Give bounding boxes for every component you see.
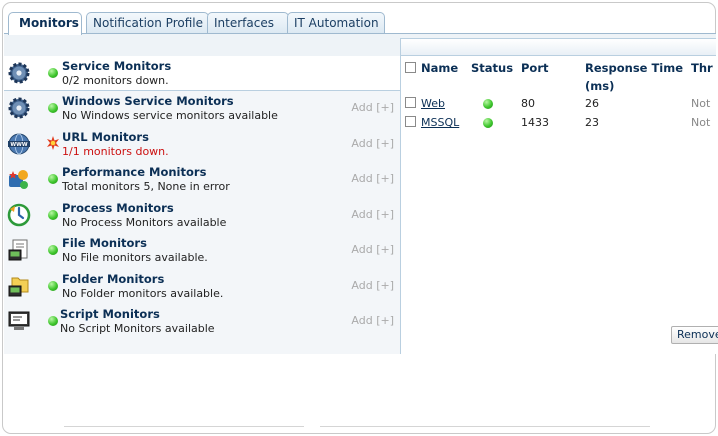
- service-name-link[interactable]: MSSQL: [421, 116, 459, 129]
- monitor-row-url[interactable]: WWW URL Monitors 1/1 monitors down. Add …: [4, 127, 400, 162]
- add-performance-monitor-button[interactable]: Add [+]: [351, 172, 394, 185]
- monitor-row-process[interactable]: Process Monitors No Process Monitors ava…: [4, 198, 400, 233]
- service-name-link[interactable]: Web: [421, 97, 445, 110]
- monitor-title[interactable]: Process Monitors: [62, 201, 174, 215]
- monitor-row-service[interactable]: Service Monitors 0/2 monitors down.: [4, 56, 400, 91]
- threshold-value: Not: [691, 116, 711, 129]
- monitor-status: 1/1 monitors down.: [62, 145, 169, 158]
- gear-icon: [8, 97, 30, 119]
- tab-it-automation[interactable]: IT Automation: [287, 12, 385, 34]
- add-url-monitor-button[interactable]: Add [+]: [351, 137, 394, 150]
- detail-panel-header: [400, 38, 716, 56]
- status-up-icon: [483, 99, 493, 109]
- monitor-status: No File monitors available.: [62, 251, 208, 264]
- monitor-title[interactable]: Performance Monitors: [62, 165, 206, 179]
- status-up-icon: [48, 316, 58, 326]
- status-up-icon: [48, 281, 58, 291]
- column-header-response-unit: (ms): [585, 79, 615, 93]
- row-checkbox[interactable]: [405, 116, 416, 127]
- response-time-value: 26: [585, 97, 599, 110]
- monitor-status: No Folder monitors available.: [62, 287, 224, 300]
- footer-divider: [320, 426, 650, 427]
- column-header-name[interactable]: Name: [421, 61, 458, 75]
- add-script-monitor-button[interactable]: Add [+]: [351, 314, 394, 327]
- monitor-row-windows-service[interactable]: Windows Service Monitors No Windows serv…: [4, 91, 400, 126]
- tab-monitors[interactable]: Monitors: [8, 12, 82, 35]
- monitor-status: No Windows service monitors available: [62, 109, 278, 122]
- status-up-icon: [48, 210, 58, 220]
- monitor-title[interactable]: Service Monitors: [62, 59, 171, 73]
- status-up-icon: [48, 103, 58, 113]
- file-icon: [8, 239, 28, 261]
- add-folder-monitor-button[interactable]: Add [+]: [351, 279, 394, 292]
- performance-icon: [9, 170, 28, 189]
- column-header-response-time[interactable]: Response Time: [585, 61, 683, 75]
- select-all-checkbox[interactable]: [405, 62, 416, 73]
- monitor-title[interactable]: Windows Service Monitors: [62, 94, 234, 108]
- gear-icon: [8, 62, 30, 84]
- row-checkbox[interactable]: [405, 97, 416, 108]
- service-monitor-table: Name Status Port Response Time (ms) Thr …: [401, 56, 718, 354]
- status-up-icon: [48, 245, 58, 255]
- folder-icon: [8, 277, 29, 297]
- svg-text:WWW: WWW: [10, 142, 27, 148]
- port-value: 80: [521, 97, 535, 110]
- add-windows-service-monitor-button[interactable]: Add [+]: [351, 101, 394, 114]
- tab-notification-profile[interactable]: Notification Profile: [86, 12, 209, 34]
- monitor-title[interactable]: URL Monitors: [62, 130, 149, 144]
- tab-bar: Monitors Notification Profile Interfaces…: [4, 12, 716, 35]
- script-icon: [8, 311, 30, 330]
- tab-interfaces[interactable]: Interfaces: [207, 12, 289, 34]
- status-up-icon: [483, 118, 493, 128]
- status-up-icon: [48, 174, 58, 184]
- response-time-value: 23: [585, 116, 599, 129]
- monitor-title[interactable]: Folder Monitors: [62, 272, 164, 286]
- monitor-row-folder[interactable]: Folder Monitors No Folder monitors avail…: [4, 269, 400, 304]
- monitor-list: Service Monitors 0/2 monitors down. Wind…: [4, 56, 401, 354]
- add-process-monitor-button[interactable]: Add [+]: [351, 208, 394, 221]
- monitor-status: No Script Monitors available: [60, 322, 215, 335]
- monitor-title[interactable]: Script Monitors: [60, 307, 160, 321]
- status-up-icon: [48, 68, 58, 78]
- footer-divider: [64, 426, 304, 427]
- monitor-status: 0/2 monitors down.: [62, 74, 169, 87]
- add-file-monitor-button[interactable]: Add [+]: [351, 243, 394, 256]
- column-header-status[interactable]: Status: [471, 61, 513, 75]
- column-header-port[interactable]: Port: [521, 61, 549, 75]
- monitor-status: Total monitors 5, None in error: [62, 180, 230, 193]
- www-globe-icon: WWW: [8, 133, 30, 155]
- threshold-value: Not: [691, 97, 711, 110]
- column-header-threshold[interactable]: Thr: [691, 61, 713, 75]
- monitor-title[interactable]: File Monitors: [62, 236, 147, 250]
- monitor-row-file[interactable]: File Monitors No File monitors available…: [4, 233, 400, 268]
- process-icon: [7, 203, 31, 227]
- remove-button[interactable]: Remove: [671, 326, 718, 344]
- monitor-row-script[interactable]: Script Monitors No Script Monitors avail…: [4, 304, 400, 339]
- port-value: 1433: [521, 116, 549, 129]
- monitor-row-performance[interactable]: Performance Monitors Total monitors 5, N…: [4, 162, 400, 197]
- monitor-status: No Process Monitors available: [62, 216, 227, 229]
- status-down-icon: [47, 136, 59, 150]
